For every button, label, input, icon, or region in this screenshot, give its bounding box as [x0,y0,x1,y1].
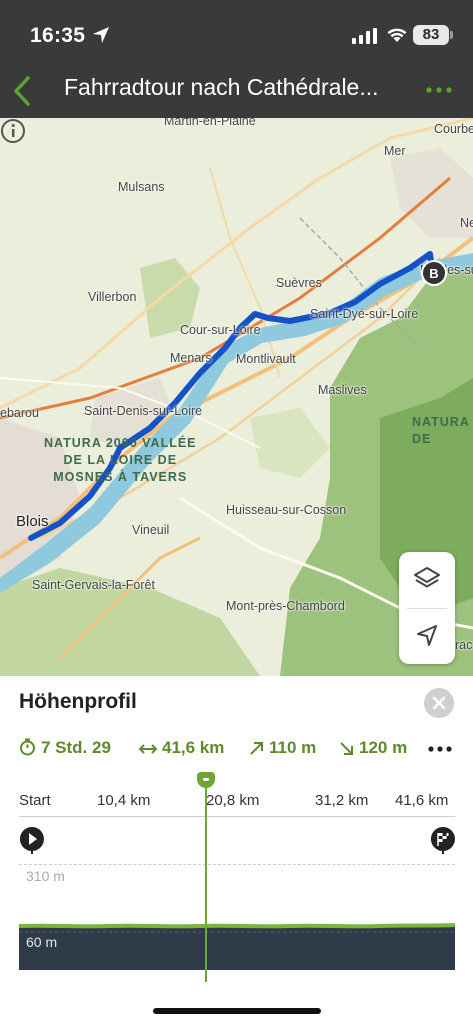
locate-me-button[interactable] [399,608,455,664]
map-label: Villerbon [88,290,137,304]
natura-right-label: NATURA DE [412,415,470,446]
axis-tick: 41,6 km [395,792,449,809]
map-label: Saint-Dyé-sur-Loire [310,307,419,321]
map-label: Saint-Denis-sur-Loire [84,404,203,418]
axis-tick: 31,2 km [315,792,369,809]
map-label: Maslives [318,383,367,397]
elevation-max-label: 310 m [26,868,65,884]
ascent-stat: 110 m [249,738,316,758]
distance-axis: Start 10,4 km 20,8 km 31,2 km 41,6 km [19,792,455,814]
start-play-icon [19,827,44,854]
distance-arrows-icon [139,744,157,754]
cellular-signal-icon [352,28,377,44]
map-label: Saint-Gervais-la-Forêt [32,578,155,592]
back-chevron-icon[interactable] [8,74,38,108]
map-label: Ne [460,216,473,230]
axis-line [19,816,455,817]
descent-arrow-icon [340,742,353,755]
more-stats-icon[interactable] [427,744,453,754]
page-title: Fahrradtour nach Cathédrale... [64,74,379,100]
map-label: Martin-en-Plaine [164,118,256,128]
duration-stat: 7 Std. 29 [19,738,111,758]
distance-value: 41,6 km [162,738,225,757]
map-label: Mont-près-Chambord [226,599,345,613]
elevation-gridline [19,864,455,865]
natura-zone-label: NATURA 2000 VALLÉE DE LA LOIRE DE MOSNES… [44,436,197,484]
elevation-min-label: 60 m [26,934,58,950]
map-label: Mer [384,144,406,158]
top-bar: 16:35 83 Fahrradtour nach Cathédrale... [0,0,473,118]
nav-bar: Fahrradtour nach Cathédrale... [0,68,473,112]
map-label: rac [455,638,473,652]
map-label: Mulsans [118,180,165,194]
distance-stat: 41,6 km [139,738,224,758]
stopwatch-icon [20,738,35,756]
map-label: Courbe [434,122,473,136]
map-label: Huisseau-sur-Cosson [226,503,347,517]
map-label: Suèvres [276,276,322,290]
position-marker-handle[interactable] [197,772,216,788]
map-label: Cour-sur-Loire [180,323,261,337]
route-stats: 7 Std. 29 41,6 km 110 m 120 m [19,738,459,762]
elevation-profile[interactable] [19,914,455,970]
ascent-value: 110 m [269,738,317,757]
home-indicator[interactable] [153,1008,321,1014]
route-map[interactable]: Martin-en-Plaine Courbe Mer Mulsans Ne M… [0,118,473,676]
map-label: Montlivault [236,352,296,366]
descent-value: 120 m [359,738,408,757]
battery-indicator: 83 [413,25,453,45]
layers-icon [414,567,440,588]
ascent-arrow-icon [250,742,263,755]
map-label: Menars [170,351,212,365]
position-marker-line [205,776,208,982]
route-end-label: B [429,266,438,281]
map-layers-button[interactable] [399,552,455,608]
elevation-panel: Höhenprofil 7 Std. 29 41,6 km 110 m 120 … [0,676,473,1024]
close-icon [432,696,446,710]
axis-tick: 10,4 km [97,792,151,809]
map-label: ebarou [0,406,39,420]
elevation-title: Höhenprofil [19,690,137,713]
more-options-icon[interactable] [424,78,454,102]
map-controls [399,552,455,664]
axis-tick: Start [19,792,51,809]
axis-tick: 20,8 km [206,792,260,809]
map-label: Vineuil [132,523,170,537]
descent-stat: 120 m [339,738,407,758]
navigation-arrow-icon [417,625,437,646]
close-button[interactable] [424,688,454,718]
location-arrow-icon [93,27,109,43]
info-icon[interactable] [0,118,26,144]
status-bar: 16:35 83 [0,22,473,52]
finish-flag-icon [430,827,455,854]
status-time: 16:35 [30,24,86,47]
duration-value: 7 Std. 29 [41,738,111,757]
map-label: Blois [16,513,49,530]
wifi-icon [387,28,407,42]
route-end-marker[interactable]: B [420,259,448,287]
